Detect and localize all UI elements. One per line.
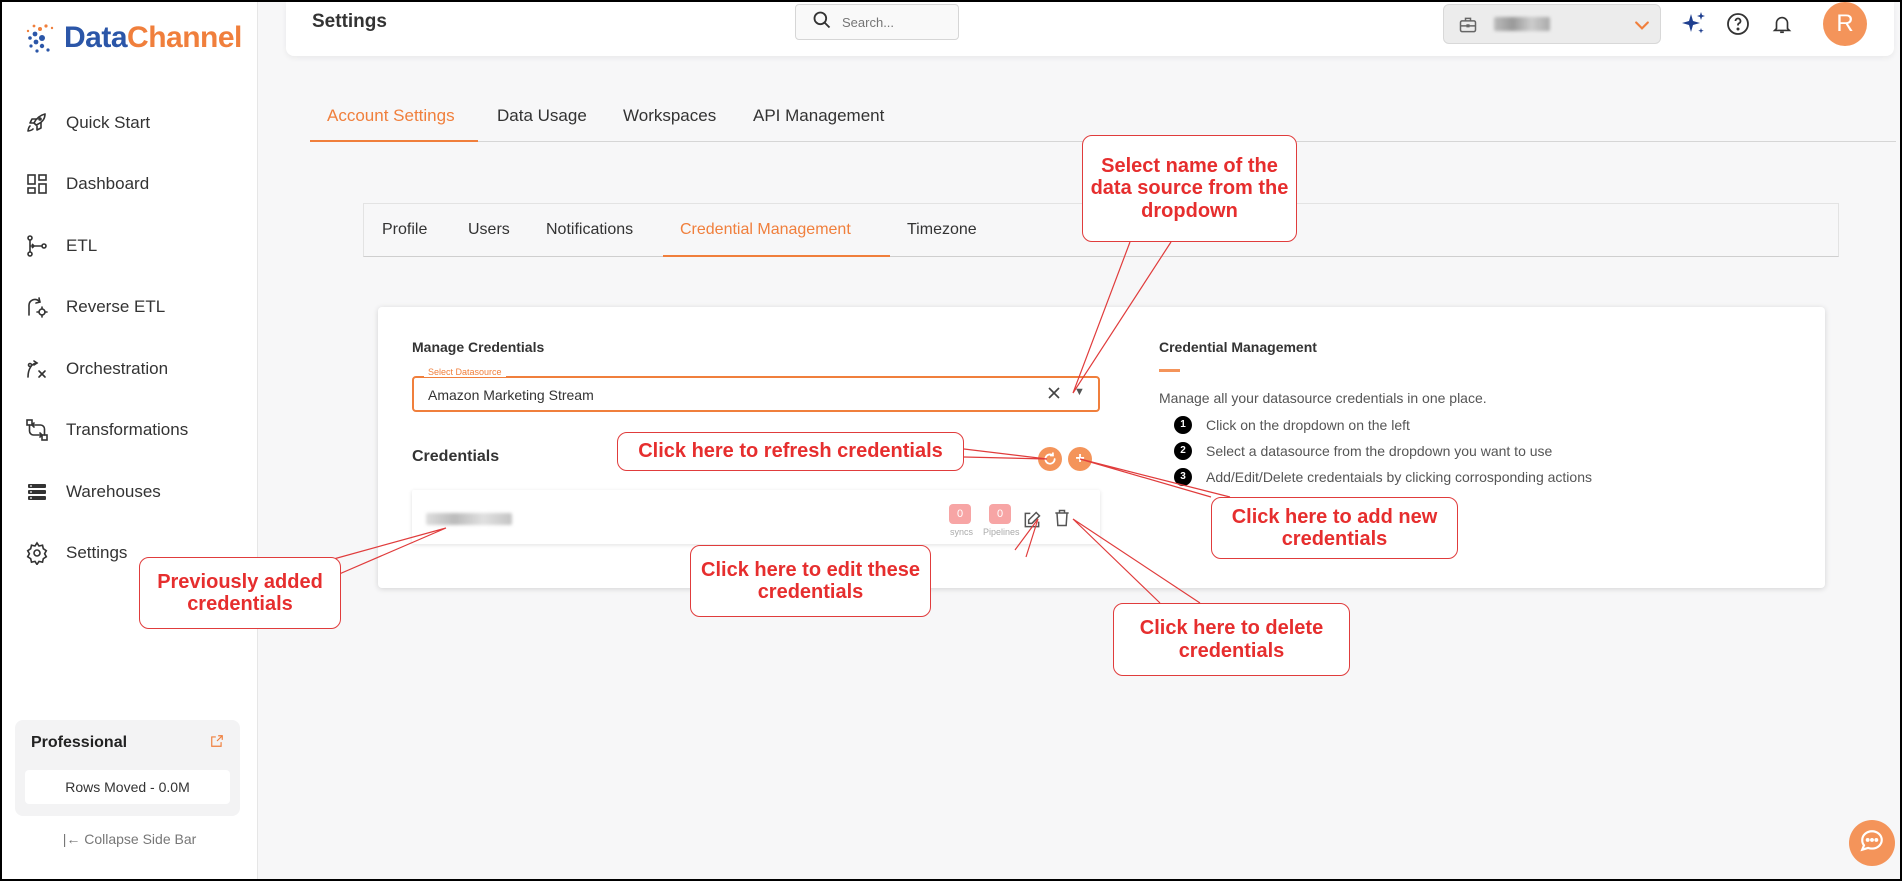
sidebar-item-label: Reverse ETL	[66, 297, 166, 317]
step-text: Select a datasource from the dropdown yo…	[1206, 443, 1553, 459]
sidebar: DataChannel Quick Start Dashboard ETL Re…	[2, 2, 258, 879]
info-panel-accent-bar	[1159, 369, 1180, 372]
tab-account-settings[interactable]: Account Settings	[327, 106, 455, 126]
credentials-title: Credentials	[412, 448, 500, 465]
sidebar-item-label: Settings	[66, 543, 128, 563]
sidebar-item-etl[interactable]: ETL	[2, 215, 257, 277]
chat-bubble-icon	[1859, 828, 1885, 859]
search-input[interactable]	[842, 14, 952, 30]
datasource-label: Select Datasource	[424, 367, 506, 377]
refresh-button[interactable]	[1038, 447, 1062, 471]
sidebar-item-orchestration[interactable]: Orchestration	[2, 338, 257, 400]
step-text: Add/Edit/Delete credentaials by clicking…	[1206, 469, 1592, 485]
sidebar-item-reverse-etl[interactable]: Reverse ETL	[2, 277, 257, 339]
tab-profile[interactable]: Profile	[382, 221, 427, 239]
sidebar-item-transformations[interactable]: Transformations	[2, 400, 257, 462]
sidebar-item-label: Warehouses	[66, 481, 161, 501]
credentials-card: Manage Credentials Select Datasource Ama…	[378, 307, 1825, 588]
search-icon	[812, 10, 832, 35]
callout-delete: Click here to delete credentials	[1113, 603, 1350, 676]
sidebar-item-quick-start[interactable]: Quick Start	[2, 92, 257, 154]
briefcase-icon	[1458, 15, 1478, 40]
sparkle-ai-icon[interactable]	[1679, 10, 1707, 38]
active-tab-indicator	[310, 140, 478, 142]
sidebar-item-label: Quick Start	[66, 112, 151, 132]
datasource-value[interactable]: Amazon Marketing Stream	[428, 387, 594, 403]
syncs-count-badge: 0	[949, 504, 971, 524]
sidebar-nav: Quick Start Dashboard ETL Reverse ETL Or…	[2, 92, 257, 584]
chevron-down-icon	[1632, 15, 1652, 40]
callout-edit: Click here to edit these credentials	[690, 545, 931, 617]
tab-workspaces[interactable]: Workspaces	[623, 106, 716, 126]
step-number: 3	[1174, 468, 1192, 486]
manage-credentials-title: Manage Credentials	[412, 339, 545, 355]
rows-moved: Rows Moved - 0.0M	[25, 770, 230, 804]
callout-add: Click here to add new credentials	[1211, 497, 1458, 559]
callout-select-datasource: Select name of the data source from the …	[1082, 135, 1297, 242]
transformations-icon	[24, 417, 50, 443]
info-panel-title: Credential Management	[1159, 339, 1317, 355]
pipelines-count-badge: 0	[989, 504, 1011, 524]
info-step: 2 Select a datasource from the dropdown …	[1174, 442, 1552, 460]
sidebar-item-label: Transformations	[66, 420, 189, 440]
tab-timezone[interactable]: Timezone	[907, 221, 977, 239]
sidebar-item-label: ETL	[66, 235, 98, 255]
external-link-icon[interactable]	[210, 734, 224, 753]
tab-data-usage[interactable]: Data Usage	[497, 106, 587, 126]
active-subtab-indicator	[663, 255, 890, 257]
datasource-select[interactable]: Select Datasource Amazon Marketing Strea…	[412, 367, 1100, 412]
brand-name: DataChannel	[64, 21, 242, 55]
brand-name-part1: Data	[64, 21, 128, 54]
page-title: Settings	[312, 11, 387, 32]
sidebar-item-warehouses[interactable]: Warehouses	[2, 461, 257, 523]
datachannel-logo[interactable]: DataChannel	[24, 20, 242, 56]
info-panel-description: Manage all your datasource credentials i…	[1159, 390, 1487, 406]
plan-box: Professional Rows Moved - 0.0M	[15, 720, 240, 816]
step-number: 1	[1174, 416, 1192, 434]
tab-credential-management[interactable]: Credential Management	[680, 221, 851, 239]
reverse-etl-icon	[24, 294, 50, 320]
brand-name-part2: Channel	[127, 21, 242, 54]
etl-flow-icon	[24, 233, 50, 259]
tab-notifications[interactable]: Notifications	[546, 221, 633, 239]
chat-support-button[interactable]	[1849, 820, 1895, 866]
syncs-label: syncs	[950, 527, 974, 537]
sidebar-item-dashboard[interactable]: Dashboard	[2, 154, 257, 216]
bell-icon[interactable]	[1768, 10, 1796, 38]
step-text: Click on the dropdown on the left	[1206, 417, 1410, 433]
tab-users[interactable]: Users	[468, 221, 510, 239]
sidebar-item-label: Orchestration	[66, 358, 169, 378]
dashboard-grid-icon	[24, 171, 50, 197]
gear-icon	[24, 540, 50, 566]
orchestration-icon	[24, 356, 50, 382]
workspace-name-redacted	[1494, 17, 1550, 31]
clear-icon[interactable]	[1044, 383, 1064, 408]
sidebar-item-label: Dashboard	[66, 174, 150, 194]
info-step: 3 Add/Edit/Delete credentaials by clicki…	[1174, 468, 1592, 486]
rocket-icon	[24, 110, 50, 136]
search-box[interactable]	[795, 4, 959, 40]
trash-icon[interactable]	[1052, 507, 1072, 534]
warehouse-stack-icon	[24, 479, 50, 505]
callout-refresh: Click here to refresh credentials	[617, 432, 964, 471]
help-icon[interactable]	[1724, 10, 1752, 38]
plan-name: Professional	[31, 734, 128, 751]
workspace-selector[interactable]	[1443, 4, 1661, 44]
avatar[interactable]: R	[1823, 2, 1867, 46]
dropdown-caret-icon[interactable]: ▼	[1074, 386, 1085, 398]
step-number: 2	[1174, 442, 1192, 460]
credential-row[interactable]: 0 syncs 0 Pipelines	[412, 490, 1100, 544]
datachannel-logo-mark-icon	[26, 24, 54, 53]
tab-api-management[interactable]: API Management	[753, 106, 884, 126]
callout-previous-credentials: Previously added credentials	[139, 557, 341, 629]
pipelines-label: Pipelines	[983, 527, 1020, 537]
edit-icon[interactable]	[1022, 510, 1042, 535]
top-header: Settings R	[286, 2, 1894, 56]
collapse-sidebar-button[interactable]: |← Collapse Side Bar	[2, 831, 257, 847]
credential-name-redacted	[426, 513, 512, 525]
info-step: 1 Click on the dropdown on the left	[1174, 416, 1410, 434]
add-credential-button[interactable]: +	[1068, 447, 1092, 471]
